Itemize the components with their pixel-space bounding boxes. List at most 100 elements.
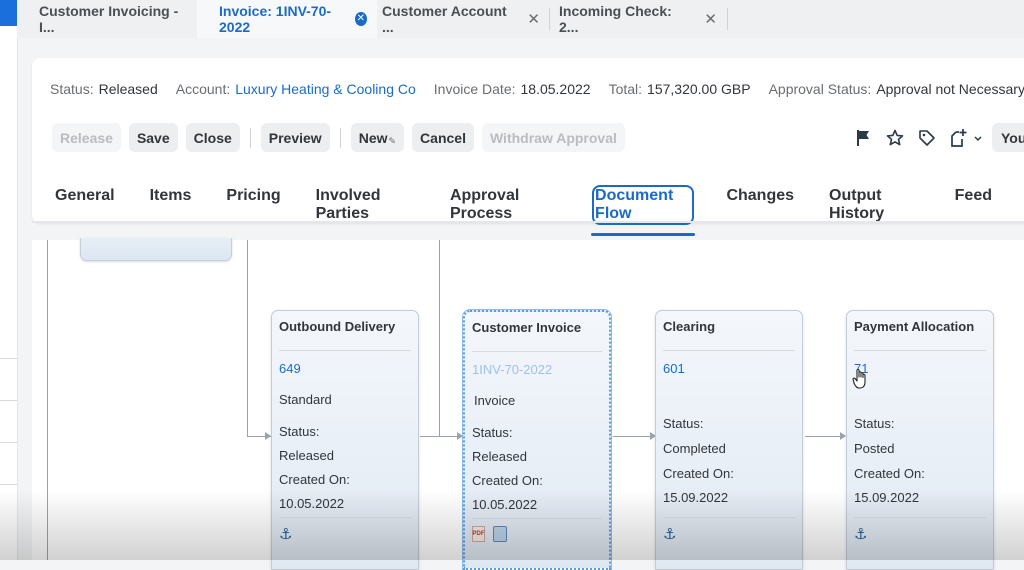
node-divider bbox=[854, 350, 986, 351]
flow-connector bbox=[805, 436, 845, 437]
node-divider bbox=[279, 517, 411, 518]
flow-connector bbox=[420, 436, 462, 437]
attr-label: Approval Status: bbox=[768, 81, 872, 97]
attr-label: Status: bbox=[50, 81, 94, 97]
tab-changes[interactable]: Changes bbox=[723, 185, 797, 225]
tag-icon[interactable] bbox=[916, 127, 938, 149]
cancel-button[interactable]: Cancel bbox=[412, 123, 474, 152]
tab-output-history[interactable]: Output History bbox=[826, 185, 923, 225]
tab-document-flow[interactable]: Document Flow bbox=[591, 185, 696, 236]
flow-node-customer-invoice[interactable]: Customer Invoice 1INV-70-2022 Invoice St… bbox=[463, 310, 611, 570]
tab-general[interactable]: General bbox=[52, 185, 118, 225]
tab-items[interactable]: Items bbox=[147, 185, 195, 225]
tab-label: Customer Account ... bbox=[382, 3, 507, 35]
document-flow-area: Outbound Delivery 649 Standard Status: R… bbox=[32, 238, 1024, 570]
save-button[interactable]: Save bbox=[128, 123, 178, 152]
star-icon[interactable] bbox=[884, 127, 906, 149]
node-title: Customer Invoice bbox=[472, 320, 582, 335]
node-created-label: Created On: bbox=[279, 472, 350, 487]
tab-involved-parties[interactable]: Involved Parties bbox=[313, 185, 418, 225]
node-divider bbox=[663, 350, 795, 351]
node-status-label: Status: bbox=[472, 425, 513, 440]
anchor-icon[interactable]: ⚓ bbox=[279, 525, 292, 543]
node-status: Posted bbox=[854, 441, 895, 456]
node-status-label: Status: bbox=[279, 424, 320, 439]
pdf-icon[interactable]: PDF bbox=[472, 526, 485, 542]
header-attributes: Status: Released Account: Luxury Heating &… bbox=[50, 81, 1024, 97]
node-divider bbox=[854, 517, 986, 518]
node-id-link[interactable]: 649 bbox=[279, 361, 301, 376]
attr-value: 157,320.00 GBP bbox=[647, 81, 751, 97]
section-tabs: General Items Pricing Involved Parties A… bbox=[52, 185, 1024, 236]
chevron-down-icon[interactable] bbox=[972, 127, 984, 149]
node-created-date: 10.05.2022 bbox=[472, 497, 538, 512]
node-title: Outbound Delivery bbox=[279, 319, 396, 334]
node-id-link[interactable]: 601 bbox=[663, 361, 685, 376]
divider bbox=[0, 400, 17, 401]
header-toolbar: Release Save Close Preview New ✎ Cancel … bbox=[52, 123, 633, 152]
node-status: Released bbox=[472, 449, 527, 464]
tab-invoice[interactable]: Invoice: 1INV-70-2022 ✕ bbox=[197, 0, 377, 38]
attr-label: Account: bbox=[175, 81, 231, 97]
add-document-icon[interactable] bbox=[948, 127, 970, 149]
node-created-label: Created On: bbox=[854, 466, 925, 481]
node-created-date: 15.09.2022 bbox=[663, 490, 729, 505]
flow-node-partial[interactable] bbox=[80, 238, 232, 261]
node-id-link[interactable]: 1INV-70-2022 bbox=[472, 362, 552, 377]
node-title: Payment Allocation bbox=[854, 319, 975, 334]
node-divider bbox=[663, 517, 795, 518]
anchor-icon[interactable]: ⚓ bbox=[663, 525, 676, 543]
release-button[interactable]: Release bbox=[52, 123, 121, 152]
node-created-label: Created On: bbox=[472, 473, 543, 488]
tab-incoming-check[interactable]: Incoming Check: 2... ✕ bbox=[537, 0, 727, 38]
flow-connector bbox=[247, 240, 248, 437]
account-link[interactable]: Luxury Heating & Cooling Co bbox=[235, 81, 416, 97]
node-status: Completed bbox=[663, 441, 726, 456]
print-icon[interactable] bbox=[493, 526, 507, 542]
flow-node-clearing[interactable]: Clearing 601 Status: Completed Created O… bbox=[655, 310, 803, 570]
divider bbox=[0, 484, 17, 485]
node-type: Invoice bbox=[474, 393, 516, 408]
node-status-label: Status: bbox=[663, 416, 704, 431]
tab-divider bbox=[727, 8, 728, 30]
new-button-label: New bbox=[358, 129, 388, 146]
anchor-icon[interactable]: ⚓ bbox=[854, 525, 867, 543]
you-button[interactable]: You bbox=[992, 123, 1024, 152]
withdraw-approval-button[interactable]: Withdraw Approval bbox=[481, 123, 625, 152]
tab-pricing[interactable]: Pricing bbox=[223, 185, 283, 225]
flow-connector bbox=[439, 240, 440, 437]
node-created-date: 10.05.2022 bbox=[279, 496, 345, 511]
left-side-panel bbox=[0, 0, 18, 560]
tab-label: Customer Invoicing - I... bbox=[39, 3, 179, 35]
close-button[interactable]: Close bbox=[185, 123, 240, 152]
preview-button[interactable]: Preview bbox=[260, 123, 330, 152]
node-divider bbox=[472, 351, 602, 352]
node-status-label: Status: bbox=[854, 416, 895, 431]
node-created-label: Created On: bbox=[663, 466, 734, 481]
tabs-divider bbox=[32, 221, 1024, 223]
flow-node-payment-allocation[interactable]: Payment Allocation 71 Status: Posted Cre… bbox=[846, 310, 994, 570]
tab-label: Invoice: 1INV-70-2022 bbox=[219, 3, 332, 35]
attr-value: Released bbox=[98, 81, 158, 97]
close-tab-icon[interactable]: ✕ bbox=[704, 10, 717, 28]
divider bbox=[0, 358, 17, 359]
status-attribute: Status: Released bbox=[50, 81, 158, 97]
shell-home-button[interactable] bbox=[0, 0, 17, 26]
flow-node-outbound-delivery[interactable]: Outbound Delivery 649 Standard Status: R… bbox=[271, 310, 419, 570]
tab-approval-process[interactable]: Approval Process bbox=[447, 185, 563, 225]
node-created-date: 15.09.2022 bbox=[854, 490, 920, 505]
attr-value: Approval not Necessary bbox=[876, 81, 1024, 97]
attr-label: Invoice Date: bbox=[433, 81, 516, 97]
tab-customer-account[interactable]: Customer Account ... ✕ bbox=[360, 0, 550, 38]
object-page-header: Status: Released Account: Luxury Heating &… bbox=[32, 58, 1024, 236]
tab-customer-invoicing[interactable]: Customer Invoicing - I... bbox=[17, 0, 189, 38]
toolbar-separator bbox=[249, 127, 251, 148]
flag-icon[interactable] bbox=[852, 127, 874, 149]
tab-feed[interactable]: Feed bbox=[952, 185, 995, 225]
new-button[interactable]: New ✎ bbox=[350, 123, 405, 152]
flow-connector bbox=[613, 436, 655, 437]
node-title: Clearing bbox=[663, 319, 716, 334]
attr-value: 18.05.2022 bbox=[520, 81, 591, 97]
pen-icon: ✎ bbox=[388, 136, 397, 146]
approval-status-attribute: Approval Status: Approval not Necessary bbox=[769, 81, 1024, 97]
